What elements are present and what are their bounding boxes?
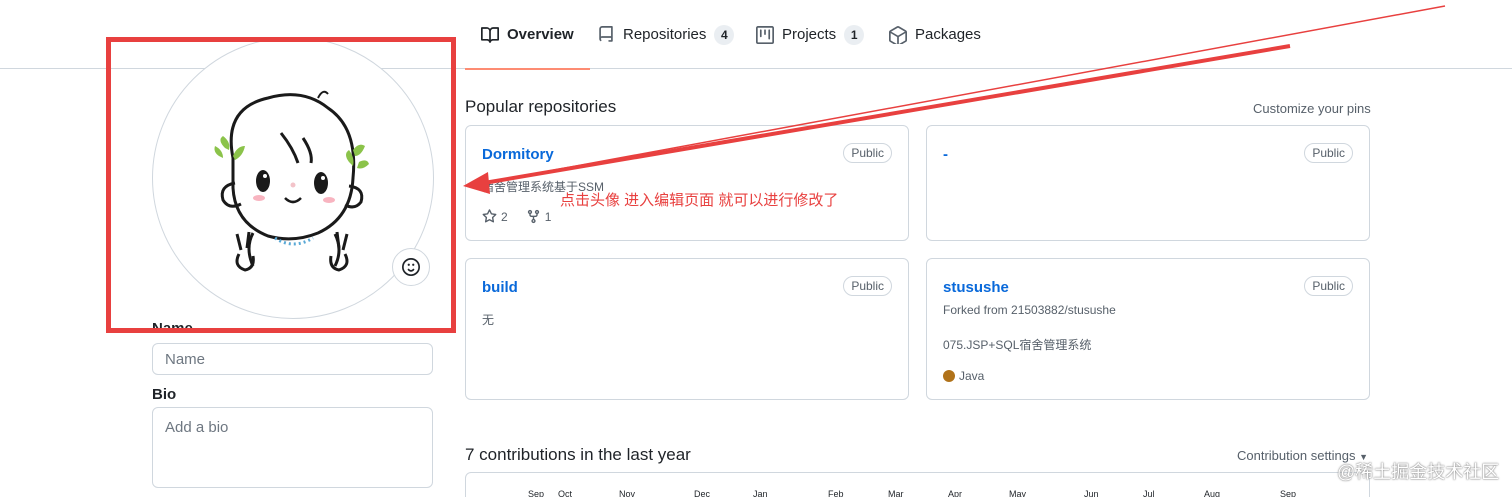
smiley-icon [402,258,420,276]
projects-count-badge: 1 [844,24,865,45]
month-label: May [1009,489,1027,497]
tab-label: Projects [782,26,837,43]
name-label: Name [152,320,193,337]
tab-label: Repositories [623,26,707,43]
name-input[interactable] [152,343,433,375]
visibility-badge: Public [1304,143,1353,163]
popular-repositories-title: Popular repositories [465,97,617,116]
month-label: Nov [619,489,636,497]
contributions-title: 7 contributions in the last year [465,445,691,464]
month-label: Feb [828,489,844,497]
month-label: Dec [694,489,711,497]
month-label: Aug [1204,489,1221,497]
visibility-badge: Public [843,143,892,163]
tab-overview[interactable]: Overview [465,0,590,70]
month-label: Jan [753,489,768,497]
visibility-badge: Public [1304,276,1353,296]
tab-packages[interactable]: Packages [889,0,981,69]
month-label: Apr [948,489,963,497]
visibility-badge: Public [843,276,892,296]
repo-meta: Java [943,369,984,383]
cartoon-avatar-image [214,90,369,272]
fork-icon [527,209,539,224]
contribution-calendar [465,472,1370,497]
repo-link[interactable]: build [482,279,518,296]
repo-description: 无 [482,313,495,327]
month-label: Jun [1084,489,1099,497]
repositories-count-badge: 4 [714,24,735,45]
month-label: Oct [558,489,573,497]
profile-avatar[interactable] [152,37,434,319]
package-icon [889,25,907,44]
repo-link[interactable]: - [943,146,948,163]
tab-repositories[interactable]: Repositories 4 [597,0,735,69]
stars-count: 2 [501,209,508,224]
repo-language: Java [959,369,985,383]
month-label: Jul [1143,489,1155,497]
month-label: Sep [1280,489,1297,497]
book-icon [481,26,499,43]
tab-label: Packages [915,26,981,43]
bio-label: Bio [152,386,177,403]
repo-card-dash: - Public [926,125,1370,241]
bio-textarea[interactable] [152,407,433,488]
star-icon [482,209,497,223]
repo-card-build: build Public 无 [465,258,909,400]
repo-description: 075.JSP+SQL宿舍管理系统 [943,338,1092,352]
repo-icon [599,25,613,42]
stars-link[interactable]: 2 [482,209,508,224]
language-color-dot [943,370,955,382]
tab-projects[interactable]: Projects 1 [756,0,865,69]
month-label: Sep [528,489,545,497]
repo-card-dormitory: Dormitory Public 宿舍管理系统基于SSM 2 1 [465,125,909,241]
repo-meta: 2 1 [482,209,569,224]
forks-link[interactable]: 1 [526,209,552,224]
forks-count: 1 [544,209,552,224]
set-status-button[interactable] [392,248,430,286]
project-icon [756,25,774,44]
tab-label: Overview [507,26,574,43]
month-label: Mar [888,489,904,497]
repo-link[interactable]: stusushe [943,279,1009,296]
forked-from-text: Forked from 21503882/stusushe [943,303,1116,317]
repo-link[interactable]: Dormitory [482,146,554,163]
annotation-text: 点击头像 进入编辑页面 就可以进行修改了 [560,192,839,209]
customize-pins-link[interactable]: Customize your pins [1253,101,1371,116]
repo-card-stusushe: stusushe Public Forked from 21503882/stu… [926,258,1370,400]
watermark-text: @稀土掘金技术社区 [1337,462,1500,482]
